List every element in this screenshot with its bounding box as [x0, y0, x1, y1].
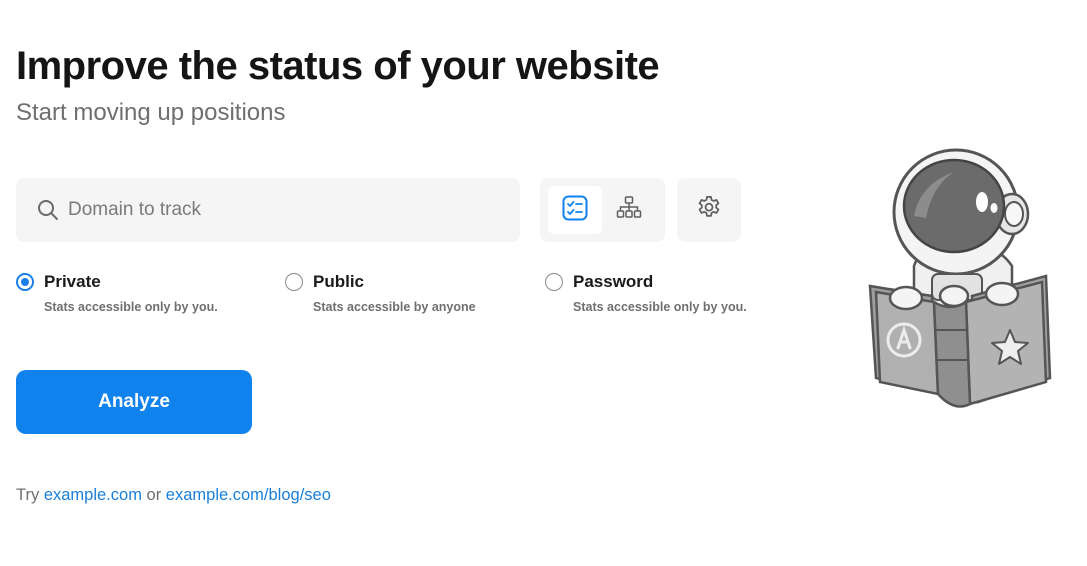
example-prefix: Try	[16, 486, 40, 504]
example-link-domain[interactable]: example.com	[44, 486, 142, 504]
checklist-view-button[interactable]	[548, 186, 602, 234]
radio-public-indicator[interactable]	[285, 273, 303, 291]
example-separator: or	[146, 486, 162, 504]
domain-input[interactable]	[68, 178, 508, 242]
page-title: Improve the status of your website	[16, 44, 660, 88]
view-mode-toggle	[540, 178, 665, 242]
domain-search-box	[16, 178, 520, 242]
example-link-path[interactable]: example.com/blog/seo	[166, 486, 331, 504]
sitemap-view-button[interactable]	[602, 186, 656, 234]
example-hint: Try example.com or example.com/blog/seo	[16, 486, 331, 505]
radio-private-description: Stats accessible only by you.	[44, 300, 218, 314]
checklist-icon	[561, 194, 589, 227]
page-subtitle: Start moving up positions	[16, 99, 286, 126]
radio-password-description: Stats accessible only by you.	[573, 300, 747, 314]
settings-button[interactable]	[677, 178, 741, 242]
analyze-button[interactable]: Analyze	[16, 370, 252, 434]
gear-icon	[695, 194, 723, 227]
radio-public-description: Stats accessible by anyone	[313, 300, 476, 314]
radio-password-label: Password	[573, 272, 654, 291]
sitemap-icon	[616, 195, 642, 226]
search-icon	[37, 199, 59, 221]
radio-private-indicator[interactable]	[16, 273, 34, 291]
radio-private-label: Private	[44, 272, 101, 291]
page: Improve the status of your website Start…	[0, 0, 1087, 566]
astronaut-reading-book-illustration	[862, 146, 1058, 408]
radio-password-indicator[interactable]	[545, 273, 563, 291]
radio-public-label: Public	[313, 272, 365, 291]
